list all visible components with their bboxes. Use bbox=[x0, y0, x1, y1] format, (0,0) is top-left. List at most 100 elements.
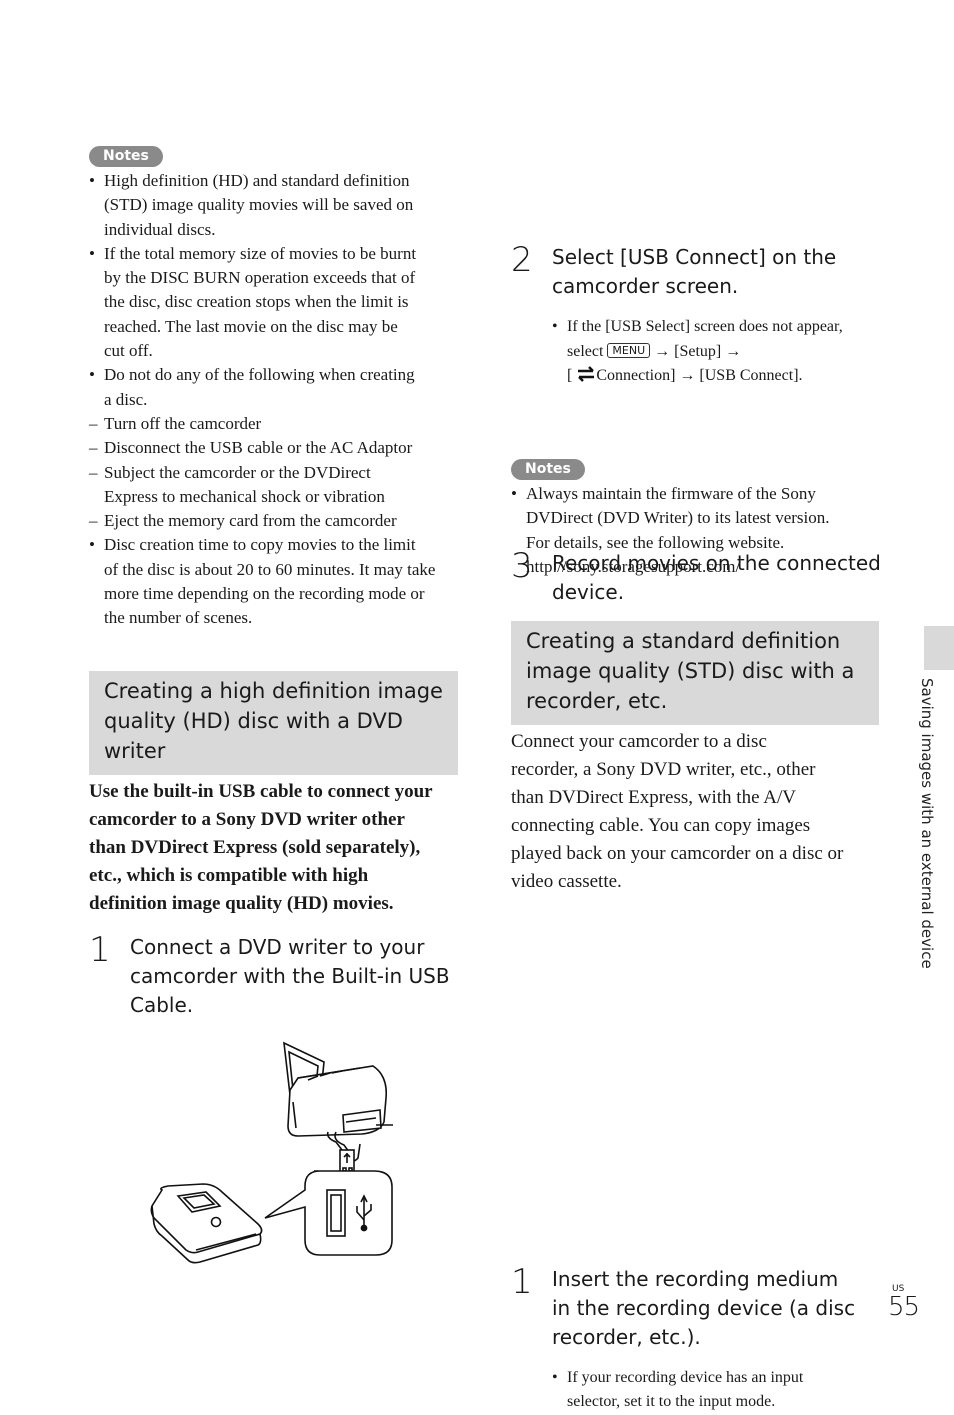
zoom-callout bbox=[264, 1170, 393, 1256]
note-line: by the DISC BURN operation exceeds that … bbox=[104, 268, 416, 288]
bullet-text: [ bbox=[567, 367, 573, 384]
intro-line: camcorder to a Sony DVD writer other bbox=[89, 809, 405, 830]
note-line: (STD) image quality movies will be saved… bbox=[104, 195, 414, 215]
dash-line: Eject the memory card from the camcorder bbox=[104, 511, 397, 531]
notes-badge: Notes bbox=[511, 459, 585, 480]
heading-line: quality (HD) disc with a DVD bbox=[104, 709, 403, 733]
right-notes: Notes Always maintain the firmware of th… bbox=[511, 459, 881, 579]
section-heading-hd: Creating a high definition image quality… bbox=[89, 671, 458, 775]
step-line: Connect a DVD writer to your bbox=[130, 935, 425, 959]
note-line: http://sony.storagesupport.com/ bbox=[526, 556, 741, 576]
heading-line: Creating a high definition image bbox=[104, 679, 443, 703]
camcorder-icon bbox=[283, 1041, 393, 1162]
notes-list: High definition (HD) and standard defini… bbox=[89, 169, 461, 631]
dash-line: Express to mechanical shock or vibration bbox=[104, 486, 385, 506]
dvd-writer-icon bbox=[150, 1183, 263, 1264]
heading-line: image quality (STD) disc with a bbox=[526, 659, 855, 683]
note-line: the disc, disc creation stops when the l… bbox=[104, 292, 409, 312]
heading-line: recorder, etc. bbox=[526, 689, 668, 713]
connection-icon bbox=[578, 366, 595, 382]
bullet-line: If your recording device has an input bbox=[567, 1368, 804, 1386]
dash-line: Turn off the camcorder bbox=[104, 413, 262, 433]
step-line: Select [USB Connect] on the bbox=[552, 245, 837, 269]
usb-connection-illustration bbox=[150, 1041, 393, 1264]
dash-item: – Turn off the camcorder bbox=[89, 413, 262, 433]
bullet-text: select bbox=[567, 342, 604, 360]
step-number: 2 bbox=[511, 240, 533, 280]
arrow-icon: → bbox=[679, 367, 696, 384]
note-line: cut off. bbox=[104, 341, 153, 361]
heading-line: Creating a standard definition bbox=[526, 629, 841, 653]
body-line: Connect your camcorder to a disc bbox=[511, 731, 767, 752]
step-number: 1 bbox=[511, 1261, 533, 1302]
intro-line: definition image quality (HD) movies. bbox=[89, 893, 394, 914]
heading-line: writer bbox=[104, 739, 166, 763]
note-line: If the total memory size of movies to be… bbox=[104, 243, 417, 263]
arrow-icon: → bbox=[725, 342, 742, 360]
note-line: a disc. bbox=[104, 389, 148, 409]
arrow-icon: → bbox=[654, 342, 671, 360]
step-line: camcorder with the Built-in USB bbox=[130, 964, 450, 988]
intro-line: Use the built-in USB cable to connect yo… bbox=[89, 781, 433, 802]
note-line: High definition (HD) and standard defini… bbox=[104, 171, 410, 190]
step-text: Select [USB Connect] on the camcorder sc… bbox=[552, 243, 922, 301]
note-item: Disc creation time to copy movies to the… bbox=[89, 533, 461, 630]
body-line: video cassette. bbox=[511, 871, 622, 892]
note-line: Do not do any of the following when crea… bbox=[104, 365, 415, 385]
step-line: Cable. bbox=[130, 993, 194, 1017]
step-line: Insert the recording medium bbox=[552, 1266, 839, 1291]
notes-badge: Notes bbox=[89, 146, 163, 167]
step-text: Insert the recording medium in the recor… bbox=[552, 1265, 922, 1352]
note-item: High definition (HD) and standard defini… bbox=[89, 169, 461, 242]
dash-line: Disconnect the USB cable or the AC Adapt… bbox=[104, 438, 413, 458]
body-line: connecting cable. You can copy images bbox=[511, 815, 811, 836]
step-text: Connect a DVD writer to your camcorder w… bbox=[130, 933, 502, 1020]
std-body-text: Connect your camcorder to a disc recorde… bbox=[511, 728, 886, 896]
bullet-text: Connection] bbox=[596, 367, 676, 384]
std-step-1: 1 Insert the recording medium in the rec… bbox=[511, 1261, 922, 1415]
bullet-item: If the [USB Select] screen does not appe… bbox=[552, 315, 922, 389]
intro-line: than DVDirect Express (sold separately), bbox=[89, 837, 421, 858]
intro-line: etc., which is compatible with high bbox=[89, 865, 369, 886]
dash-item: – Eject the memory card from the camcorde… bbox=[89, 511, 397, 531]
left-column: Notes High definition (HD) and standard … bbox=[89, 146, 461, 631]
notes-list: Always maintain the firmware of the Sony… bbox=[511, 482, 881, 579]
bullet-line: If the [USB Select] screen does not appe… bbox=[567, 318, 843, 335]
bullet-text: [USB Connect]. bbox=[699, 367, 803, 384]
step-2: 2 Select [USB Connect] on the camcorder … bbox=[511, 240, 922, 389]
step-line: in the recording device (a disc bbox=[552, 1295, 856, 1320]
hd-intro-text: Use the built-in USB cable to connect yo… bbox=[89, 778, 464, 918]
step-line: camcorder screen. bbox=[552, 274, 739, 298]
hd-step-1: 1 Connect a DVD writer to your camcorder… bbox=[89, 930, 502, 1020]
note-item: Do not do any of the following when crea… bbox=[89, 363, 461, 533]
step-line: recorder, etc.). bbox=[552, 1324, 701, 1349]
dash-item: – Subject the camcorder or the DVDirect Ex… bbox=[89, 462, 385, 506]
note-item: Always maintain the firmware of the Sony… bbox=[511, 482, 881, 579]
chapter-tab bbox=[924, 626, 954, 670]
body-line: played back on your camcorder on a disc … bbox=[511, 843, 844, 864]
step-line: device. bbox=[552, 579, 625, 604]
note-line: For details, see the following website. bbox=[526, 532, 785, 552]
note-line: individual discs. bbox=[104, 219, 216, 239]
note-line: more time depending on the recording mod… bbox=[104, 584, 425, 604]
step-number: 1 bbox=[89, 930, 111, 970]
section-heading-std: Creating a standard definition image qua… bbox=[511, 621, 879, 725]
dash-item: – Disconnect the USB cable or the AC Adap… bbox=[89, 438, 413, 458]
note-line: of the disc is about 20 to 60 minutes. I… bbox=[104, 559, 436, 579]
page-number: 55 bbox=[888, 1292, 920, 1322]
note-line: Disc creation time to copy movies to the… bbox=[104, 535, 416, 555]
note-item: If the total memory size of movies to be… bbox=[89, 242, 461, 363]
bullet-text: [Setup] bbox=[674, 342, 722, 360]
chapter-label: Saving images with an external device bbox=[918, 678, 936, 969]
note-line: reached. The last movie on the disc may … bbox=[104, 316, 398, 336]
note-line: Always maintain the firmware of the Sony bbox=[526, 484, 816, 503]
dash-line: Subject the camcorder or the DVDirect bbox=[104, 462, 371, 482]
std-step-1-bullets: If your recording device has an input se… bbox=[552, 1366, 922, 1415]
note-line: DVDirect (DVD Writer) to its latest vers… bbox=[526, 508, 830, 528]
body-line: than DVDirect Express, with the A/V bbox=[511, 787, 796, 808]
bullet-line: selector, set it to the input mode. bbox=[567, 1393, 776, 1410]
bullet-item: If your recording device has an input se… bbox=[552, 1366, 922, 1415]
note-line: the number of scenes. bbox=[104, 608, 253, 628]
dash-list: – Turn off the camcorder – Disconnect the … bbox=[89, 412, 461, 533]
body-line: recorder, a Sony DVD writer, etc., other bbox=[511, 759, 816, 780]
